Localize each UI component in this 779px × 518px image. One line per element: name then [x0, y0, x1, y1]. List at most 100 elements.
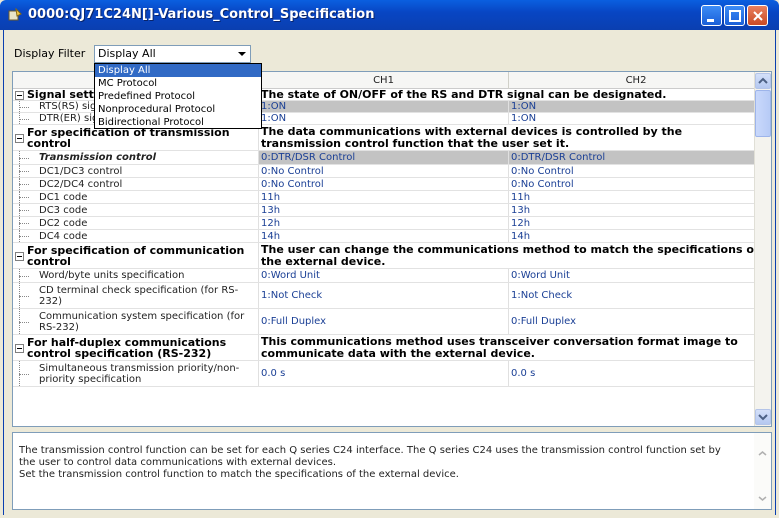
parameter-label: DC2/DC4 control: [39, 178, 123, 190]
collapse-icon[interactable]: [15, 344, 24, 353]
filter-option[interactable]: Bidirectional Protocol: [95, 116, 261, 129]
parameter-row[interactable]: DC2 code 12h 12h: [13, 217, 764, 230]
ch2-value-cell[interactable]: 0:No Control: [509, 165, 764, 177]
ch1-value-cell[interactable]: 0:DTR/DSR Control: [259, 151, 509, 164]
category-row[interactable]: For specification of communication contr…: [13, 243, 764, 269]
ch2-value-cell[interactable]: 0:Word Unit: [509, 269, 764, 282]
category-row[interactable]: For half-duplex communications control s…: [13, 335, 764, 361]
ch1-value-cell[interactable]: 1:Not Check: [259, 283, 509, 308]
ch1-value-cell[interactable]: 14h: [259, 230, 509, 242]
collapse-icon[interactable]: [15, 134, 24, 143]
minimize-button[interactable]: [701, 5, 722, 26]
display-filter-dropdown-list[interactable]: Display All MC Protocol Predefined Proto…: [94, 63, 262, 129]
dropdown-arrow-button[interactable]: [234, 46, 250, 62]
parameter-row[interactable]: DC1 code 11h 11h: [13, 191, 764, 204]
display-filter-value: Display All: [98, 47, 156, 60]
tree-line: [19, 275, 29, 277]
ch1-value-cell[interactable]: 0.0 s: [259, 361, 509, 386]
ch2-value-cell[interactable]: 13h: [509, 204, 764, 216]
ch1-value-cell[interactable]: 0:Full Duplex: [259, 309, 509, 334]
description-scrollbar[interactable]: [754, 433, 771, 509]
category-description: This communications method uses transcei…: [259, 335, 764, 360]
ch2-value-cell[interactable]: 0:No Control: [509, 178, 764, 190]
scroll-down-button[interactable]: [755, 409, 771, 425]
tree-line: [19, 171, 29, 172]
title-bar[interactable]: 0000:QJ71C24N[]-Various_Control_Specific…: [0, 0, 779, 30]
category-description: The state of ON/OFF of the RS and DTR si…: [259, 89, 764, 100]
parameter-name-cell: For half-duplex communications control s…: [13, 335, 259, 360]
tree-line: [19, 184, 29, 185]
parameter-row[interactable]: Simultaneous transmission priority/non-p…: [13, 361, 764, 387]
column-header-ch1[interactable]: CH1: [259, 72, 509, 89]
description-pane: The transmission control function can be…: [12, 432, 772, 510]
parameter-row[interactable]: DC2/DC4 control 0:No Control 0:No Control: [13, 178, 764, 191]
ch1-value-cell[interactable]: 1:ON: [259, 113, 509, 124]
scroll-thumb[interactable]: [755, 90, 771, 137]
chevron-down-icon: [758, 496, 767, 501]
ch1-value-cell[interactable]: 0:Word Unit: [259, 269, 509, 282]
parameter-row[interactable]: Transmission control 0:DTR/DSR Control 0:D…: [13, 151, 764, 165]
ch2-value-cell[interactable]: 12h: [509, 217, 764, 229]
chevron-up-icon: [758, 77, 768, 84]
app-icon: [8, 8, 22, 21]
tree-line: [19, 321, 29, 323]
parameter-name-cell: DC1/DC3 control: [13, 165, 259, 177]
parameter-row[interactable]: DC1/DC3 control 0:No Control 0:No Control: [13, 165, 764, 178]
parameter-row[interactable]: DC3 code 13h 13h: [13, 204, 764, 217]
parameter-row[interactable]: DC4 code 14h 14h: [13, 230, 764, 243]
ch1-value-cell[interactable]: 13h: [259, 204, 509, 216]
tree-line: [19, 223, 29, 224]
filter-option[interactable]: Nonprocedural Protocol: [95, 103, 261, 116]
parameter-label: DC1/DC3 control: [39, 165, 123, 177]
ch2-value-cell[interactable]: 14h: [509, 230, 764, 242]
ch1-value-cell[interactable]: 1:ON: [259, 101, 509, 112]
minimize-icon: [707, 19, 714, 22]
parameter-label: DC3 code: [39, 204, 88, 216]
parameter-name-cell: Communication system specification (for …: [13, 309, 259, 334]
filter-option[interactable]: MC Protocol: [95, 77, 261, 90]
ch1-value-cell[interactable]: 12h: [259, 217, 509, 229]
filter-option[interactable]: Predefined Protocol: [95, 90, 261, 103]
close-button[interactable]: [747, 5, 768, 26]
tree-line: [19, 157, 29, 159]
tree-line: [19, 295, 29, 297]
parameter-name-cell: Word/byte units specification: [13, 269, 259, 282]
ch2-value-cell[interactable]: 0:Full Duplex: [509, 309, 764, 334]
tree-line: [19, 106, 29, 108]
display-filter-select[interactable]: Display All: [94, 45, 251, 63]
parameter-name-cell: DC4 code: [13, 230, 259, 242]
ch2-value-cell[interactable]: 0.0 s: [509, 361, 764, 386]
parameter-label: For specification of communication contr…: [27, 243, 245, 268]
ch1-value-cell[interactable]: 0:No Control: [259, 165, 509, 177]
tree-line: [19, 373, 29, 375]
ch2-value-cell[interactable]: 1:ON: [509, 101, 764, 112]
parameter-row[interactable]: Communication system specification (for …: [13, 309, 764, 335]
parameter-name-cell: DC2/DC4 control: [13, 178, 259, 190]
parameter-name-cell: For specification of communication contr…: [13, 243, 259, 268]
ch1-value-cell[interactable]: 0:No Control: [259, 178, 509, 190]
collapse-icon[interactable]: [15, 91, 24, 100]
parameter-name-cell: DC1 code: [13, 191, 259, 203]
parameter-label: CD terminal check specification (for RS-…: [39, 284, 239, 307]
chevron-down-icon: [758, 414, 768, 421]
ch2-value-cell[interactable]: 0:DTR/DSR Control: [509, 151, 764, 164]
scroll-up-button[interactable]: [755, 73, 771, 89]
ch2-value-cell[interactable]: 1:ON: [509, 113, 764, 124]
filter-option[interactable]: Display All: [95, 64, 261, 77]
ch2-value-cell[interactable]: 1:Not Check: [509, 283, 764, 308]
collapse-icon[interactable]: [15, 252, 24, 261]
parameter-name-cell: Transmission control: [13, 151, 259, 164]
grid-vertical-scrollbar[interactable]: [754, 72, 771, 426]
maximize-button[interactable]: [724, 5, 745, 26]
parameter-row[interactable]: Word/byte units specification 0:Word Unit…: [13, 269, 764, 283]
category-description: The data communications with external de…: [259, 125, 764, 150]
column-header-ch2[interactable]: CH2: [509, 72, 764, 89]
ch1-value-cell[interactable]: 11h: [259, 191, 509, 203]
chevron-up-icon: [758, 451, 767, 456]
parameter-row[interactable]: CD terminal check specification (for RS-…: [13, 283, 764, 309]
parameter-label: Transmission control: [39, 152, 157, 163]
ch2-value-cell[interactable]: 11h: [509, 191, 764, 203]
display-filter-label: Display Filter: [14, 47, 86, 60]
description-text: The transmission control function can be…: [19, 445, 721, 480]
tree-line: [19, 210, 29, 211]
